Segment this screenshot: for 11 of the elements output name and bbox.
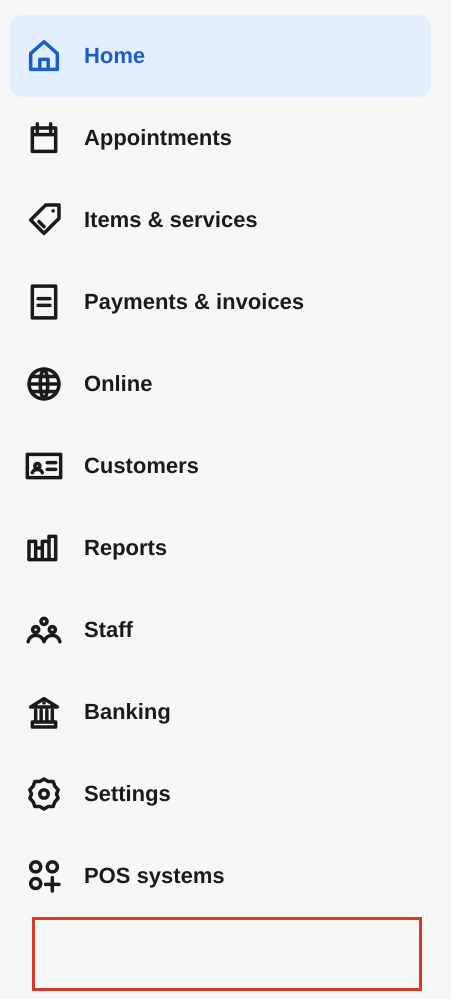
nav-item[interactable]: Payments & invoices: [10, 261, 431, 343]
nav-item[interactable]: POS systems: [10, 835, 431, 917]
nav-item[interactable]: Staff: [10, 589, 431, 671]
nav-item[interactable]: Settings: [10, 753, 431, 835]
nav-item[interactable]: Appointments: [10, 97, 431, 179]
nav-item[interactable]: Banking: [10, 671, 431, 753]
nav-item[interactable]: Items & services: [10, 179, 431, 261]
nav-item[interactable]: Reports: [10, 507, 431, 589]
nav-item[interactable]: Online: [10, 343, 431, 425]
nav-item[interactable]: Customers: [10, 425, 431, 507]
nav-item[interactable]: Home: [10, 15, 431, 97]
